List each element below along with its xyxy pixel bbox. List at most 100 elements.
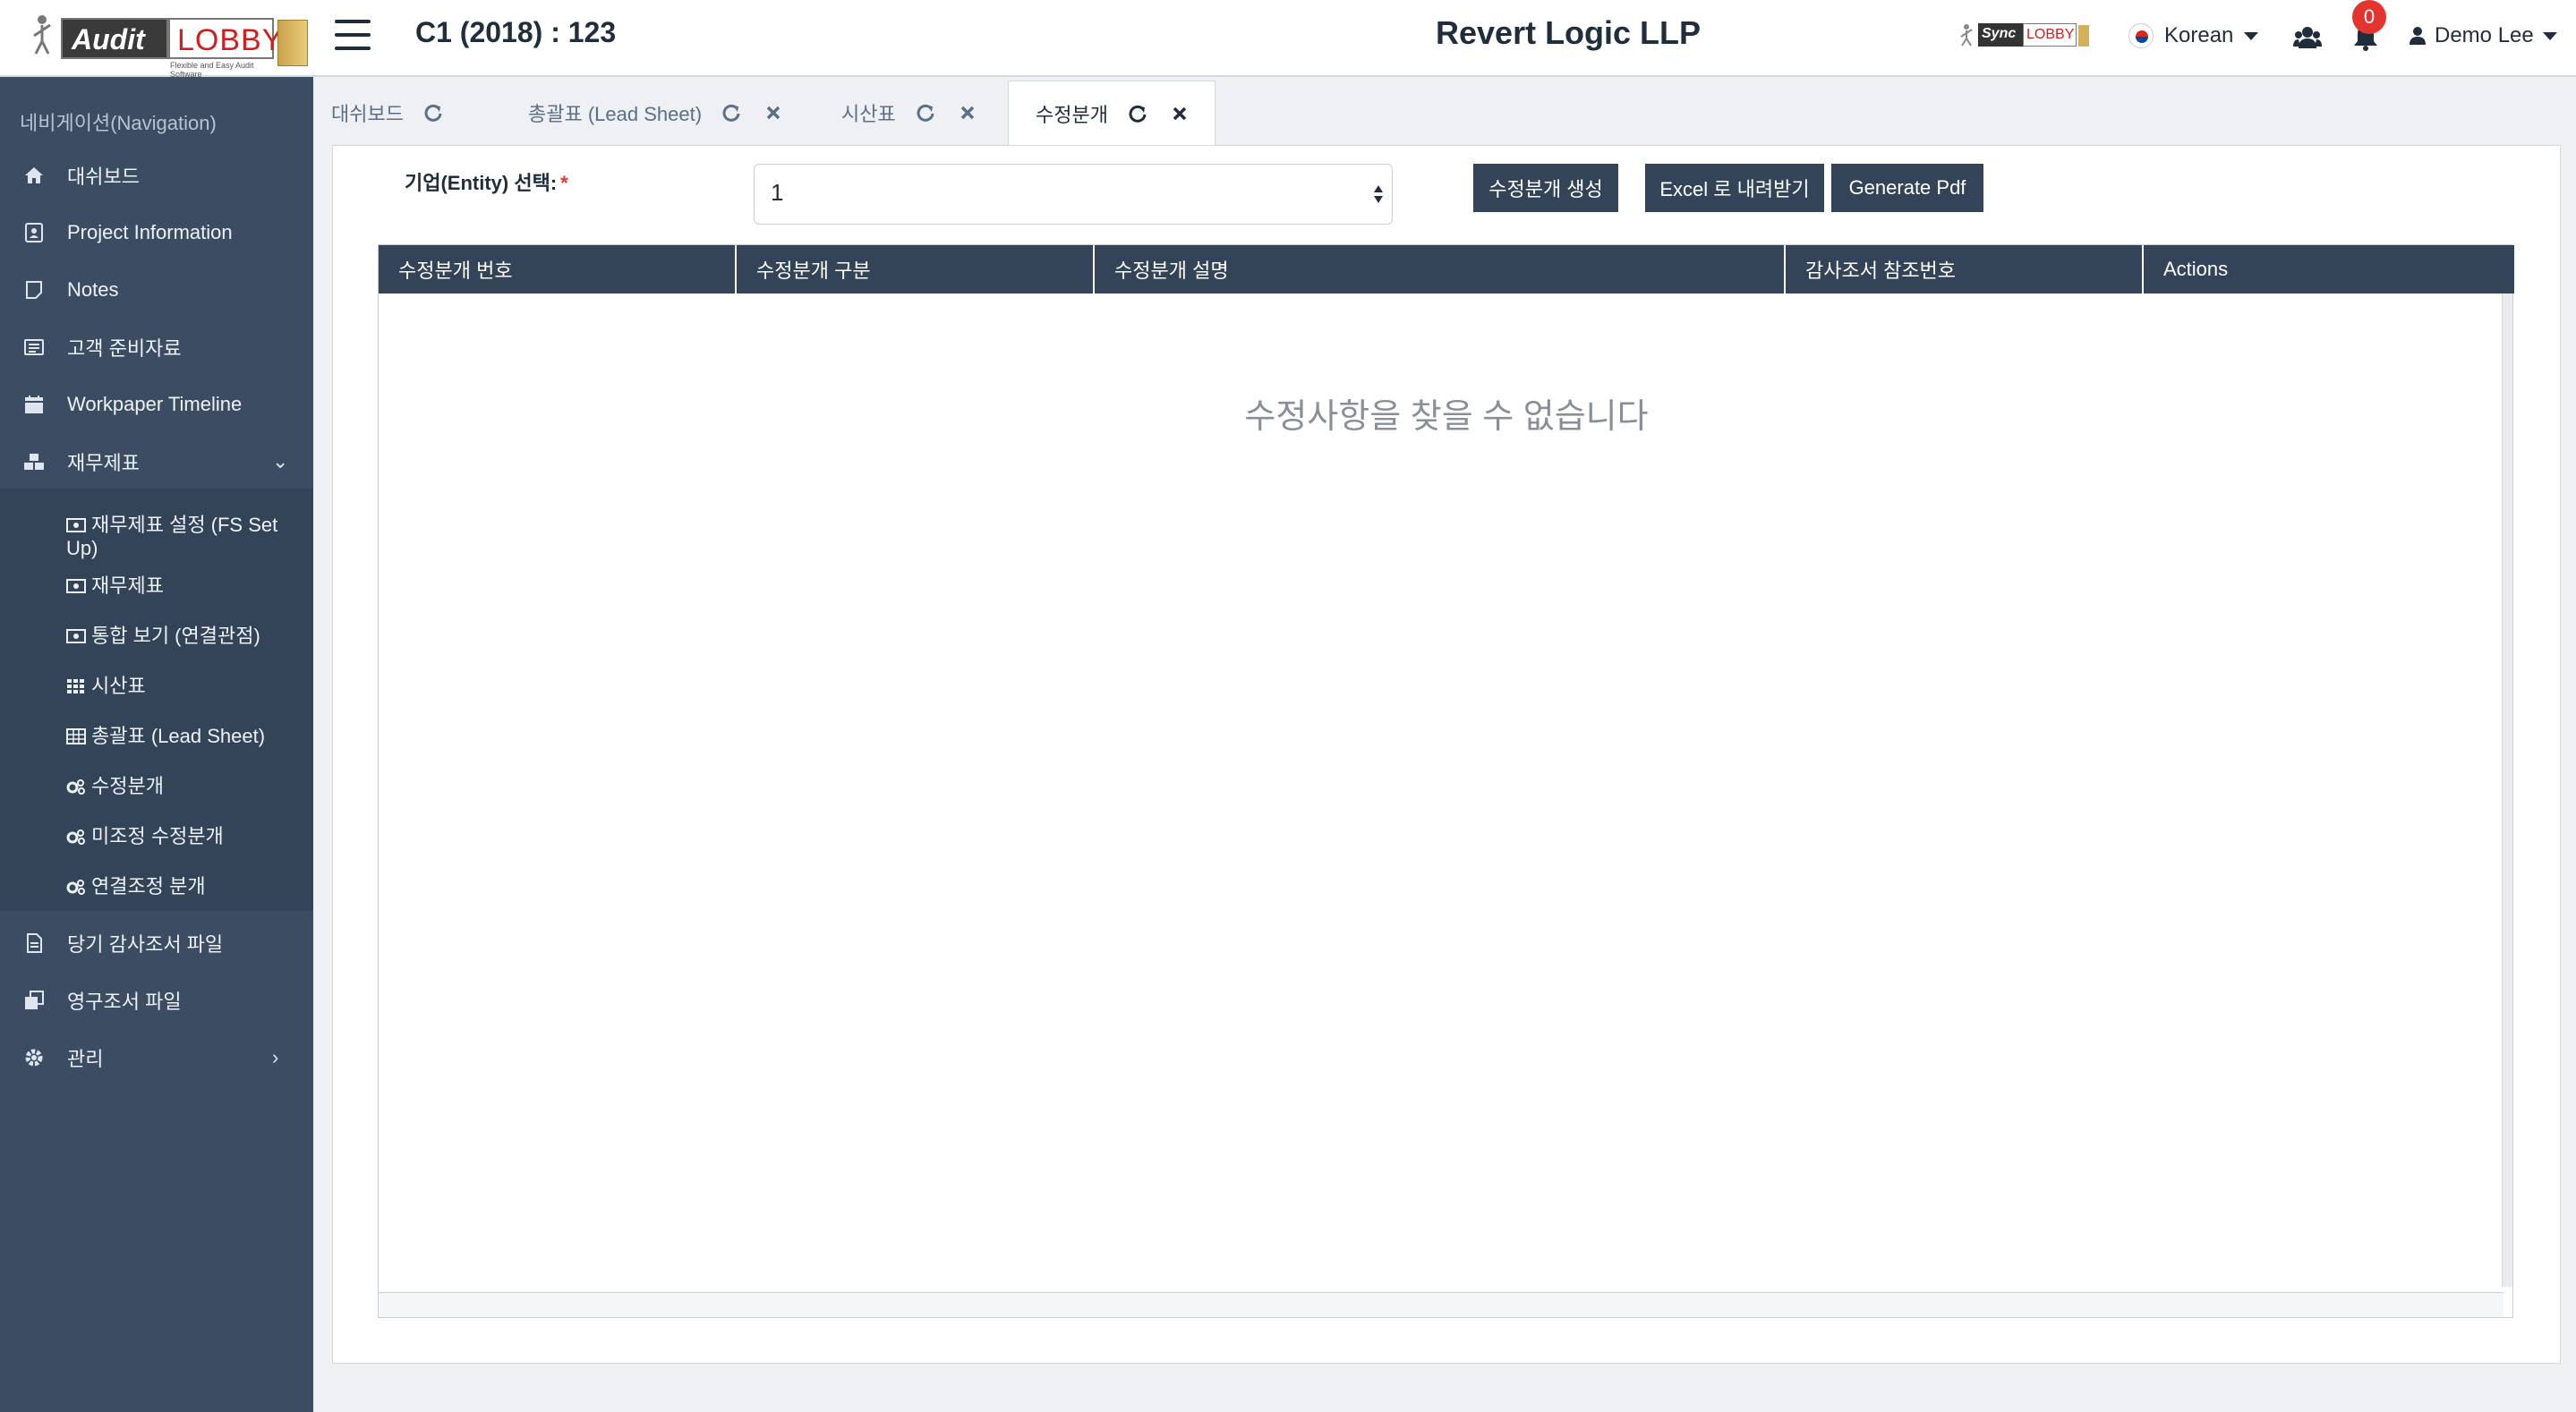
- entity-label-text: 기업(Entity) 선택:: [405, 172, 558, 194]
- tab-label: 시산표: [841, 103, 896, 125]
- sync-text: Sync: [1978, 23, 2023, 47]
- column-header-workpaper-ref[interactable]: 감사조서 참조번호: [1786, 245, 2144, 293]
- horizontal-scrollbar[interactable]: [379, 1292, 2503, 1317]
- gears-icon: [66, 880, 85, 895]
- top-header: Audit LOBBY Flexible and Easy Audit Soft…: [0, 0, 2576, 79]
- gear-icon: [25, 1049, 43, 1067]
- submenu-item-adjusting-entries[interactable]: 수정분개: [66, 775, 299, 798]
- submenu-item-label: 재무제표: [91, 574, 164, 597]
- sync-lobby-text: LOBBY: [2023, 23, 2077, 47]
- tab-label: 수정분개: [1036, 103, 1108, 126]
- app-logo[interactable]: Audit LOBBY Flexible and Easy Audit Soft…: [27, 11, 308, 79]
- sidebar-item-label: Workpaper Timeline: [67, 393, 243, 415]
- refresh-icon[interactable]: [1128, 104, 1147, 123]
- money-icon: [66, 518, 86, 532]
- sidebar-item-label: 관리: [67, 1048, 104, 1070]
- file-icon: [27, 933, 42, 953]
- sidebar-item-label: 대쉬보드: [67, 166, 140, 188]
- korea-flag-icon: [2128, 23, 2154, 48]
- sync-lobby-logo[interactable]: Sync LOBBY: [1957, 23, 2096, 48]
- money-icon: [66, 579, 86, 593]
- entity-select[interactable]: 1: [754, 164, 1393, 225]
- close-icon[interactable]: [1171, 105, 1189, 123]
- entity-select-label: 기업(Entity) 선택: *: [405, 167, 568, 196]
- refresh-icon[interactable]: [423, 103, 443, 123]
- vertical-scrollbar[interactable]: [2502, 293, 2512, 1287]
- sidebar-item-financial-statements[interactable]: 재무제표 ⌄: [0, 437, 313, 487]
- refresh-icon[interactable]: [721, 103, 741, 123]
- logo-audit-text: Audit: [61, 18, 168, 59]
- sidebar-item-label: Notes: [67, 278, 119, 301]
- main-content: 대쉬보드 총괄표 (Lead Sheet) 시산표 수정분개 기업(Entity…: [313, 77, 2576, 1412]
- submenu-item-consolidated-view[interactable]: 통합 보기 (연결관점): [66, 625, 299, 648]
- calendar-icon: [25, 396, 43, 413]
- adjusting-entries-panel: 기업(Entity) 선택: * 1 수정분개 생성 Excel 로 내려받기 G…: [332, 145, 2561, 1364]
- chevron-down-icon: ⌄: [272, 450, 289, 472]
- submenu-item-trial-balance[interactable]: 시산표: [66, 675, 299, 698]
- table-icon: [66, 728, 86, 744]
- sidebar-title: 네비게이션(Navigation): [20, 112, 217, 134]
- sidebar-item-admin[interactable]: 관리 ›: [0, 1033, 313, 1083]
- create-adjusting-entry-button[interactable]: 수정분개 생성: [1473, 164, 1618, 212]
- sidebar-item-dashboard[interactable]: 대쉬보드: [0, 150, 313, 200]
- language-selector[interactable]: Korean: [2128, 23, 2259, 48]
- empty-state-message: 수정사항을 찾을 수 없습니다: [1244, 398, 1649, 436]
- submenu-item-fs-setup[interactable]: 재무제표 설정 (FS Set Up): [66, 514, 299, 560]
- tab-adjusting-entries[interactable]: 수정분개: [1008, 81, 1215, 145]
- user-menu[interactable]: Demo Lee: [2410, 23, 2557, 48]
- gears-icon: [66, 829, 85, 845]
- close-icon[interactable]: [959, 104, 977, 122]
- excel-download-button[interactable]: Excel 로 내려받기: [1645, 164, 1824, 212]
- submenu-item-consolidation-entries[interactable]: 연결조정 분개: [66, 875, 299, 898]
- submenu-item-label: 미조정 수정분개: [91, 825, 224, 847]
- sidebar-item-current-workpapers[interactable]: 당기 감사조서 파일: [0, 918, 313, 968]
- refresh-icon[interactable]: [916, 103, 935, 123]
- tab-label: 총괄표 (Lead Sheet): [528, 103, 703, 125]
- sidebar-item-permanent-files[interactable]: 영구조서 파일: [0, 975, 313, 1025]
- entity-select-value: 1: [771, 179, 784, 206]
- sidebar-item-notes[interactable]: Notes: [0, 265, 313, 315]
- home-icon: [25, 167, 43, 183]
- user-icon: [2410, 27, 2426, 45]
- submenu-item-label: 총괄표 (Lead Sheet): [91, 725, 266, 747]
- submenu-item-label: 재무제표 설정 (FS Set Up): [66, 514, 278, 559]
- tab-lead-sheet[interactable]: 총괄표 (Lead Sheet): [528, 81, 850, 145]
- generate-pdf-button[interactable]: Generate Pdf: [1831, 164, 1983, 212]
- sidebar: 네비게이션(Navigation) 대쉬보드 Project Informati…: [0, 77, 313, 1412]
- logo-tagline: Flexible and Easy Audit Software: [170, 61, 254, 79]
- adjusting-entries-table: 수정분개 번호 수정분개 구분 수정분개 설명 감사조서 참조번호 Action…: [378, 244, 2514, 1318]
- sidebar-item-workpaper-timeline[interactable]: Workpaper Timeline: [0, 379, 313, 430]
- logo-figure-icon: [33, 15, 51, 55]
- notification-count-badge: 0: [2352, 0, 2386, 34]
- column-header-entry-number[interactable]: 수정분개 번호: [379, 245, 737, 293]
- column-header-entry-description[interactable]: 수정분개 설명: [1095, 245, 1786, 293]
- tab-label: 대쉬보드: [331, 103, 404, 125]
- column-header-actions: Actions: [2163, 258, 2229, 280]
- users-icon[interactable]: [2293, 25, 2322, 50]
- sync-book-icon: [2078, 25, 2089, 47]
- submenu-item-label: 수정분개: [91, 775, 164, 797]
- money-icon: [66, 629, 86, 643]
- gears-icon: [66, 779, 85, 795]
- sidebar-item-label: Project Information: [67, 221, 233, 243]
- sidebar-item-project-information[interactable]: Project Information: [0, 208, 313, 258]
- menu-toggle-icon[interactable]: [335, 20, 371, 50]
- sidebar-item-label: 영구조서 파일: [67, 991, 182, 1013]
- required-mark: *: [560, 172, 568, 194]
- clone-icon: [25, 991, 44, 1009]
- column-header-entry-type[interactable]: 수정분개 구분: [737, 245, 1095, 293]
- sync-figure-icon: [1960, 24, 1973, 47]
- chevron-right-icon: ›: [272, 1046, 279, 1068]
- close-icon[interactable]: [764, 104, 782, 122]
- submenu-item-lead-sheet[interactable]: 총괄표 (Lead Sheet): [66, 725, 299, 748]
- logo-lobby-text: LOBBY: [168, 18, 282, 59]
- sidebar-item-label: 재무제표: [67, 452, 140, 474]
- tab-bar: 대쉬보드 총괄표 (Lead Sheet) 시산표 수정분개: [313, 77, 2576, 145]
- sidebar-item-client-materials[interactable]: 고객 준비자료: [0, 322, 313, 372]
- submenu-item-unadjusted-entries[interactable]: 미조정 수정분개: [66, 825, 299, 848]
- submenu-item-fs[interactable]: 재무제표: [66, 574, 299, 598]
- info-icon: [25, 223, 43, 242]
- tab-dashboard[interactable]: 대쉬보드: [329, 81, 490, 145]
- cubes-icon: [24, 454, 44, 470]
- caret-down-icon: [2542, 31, 2557, 40]
